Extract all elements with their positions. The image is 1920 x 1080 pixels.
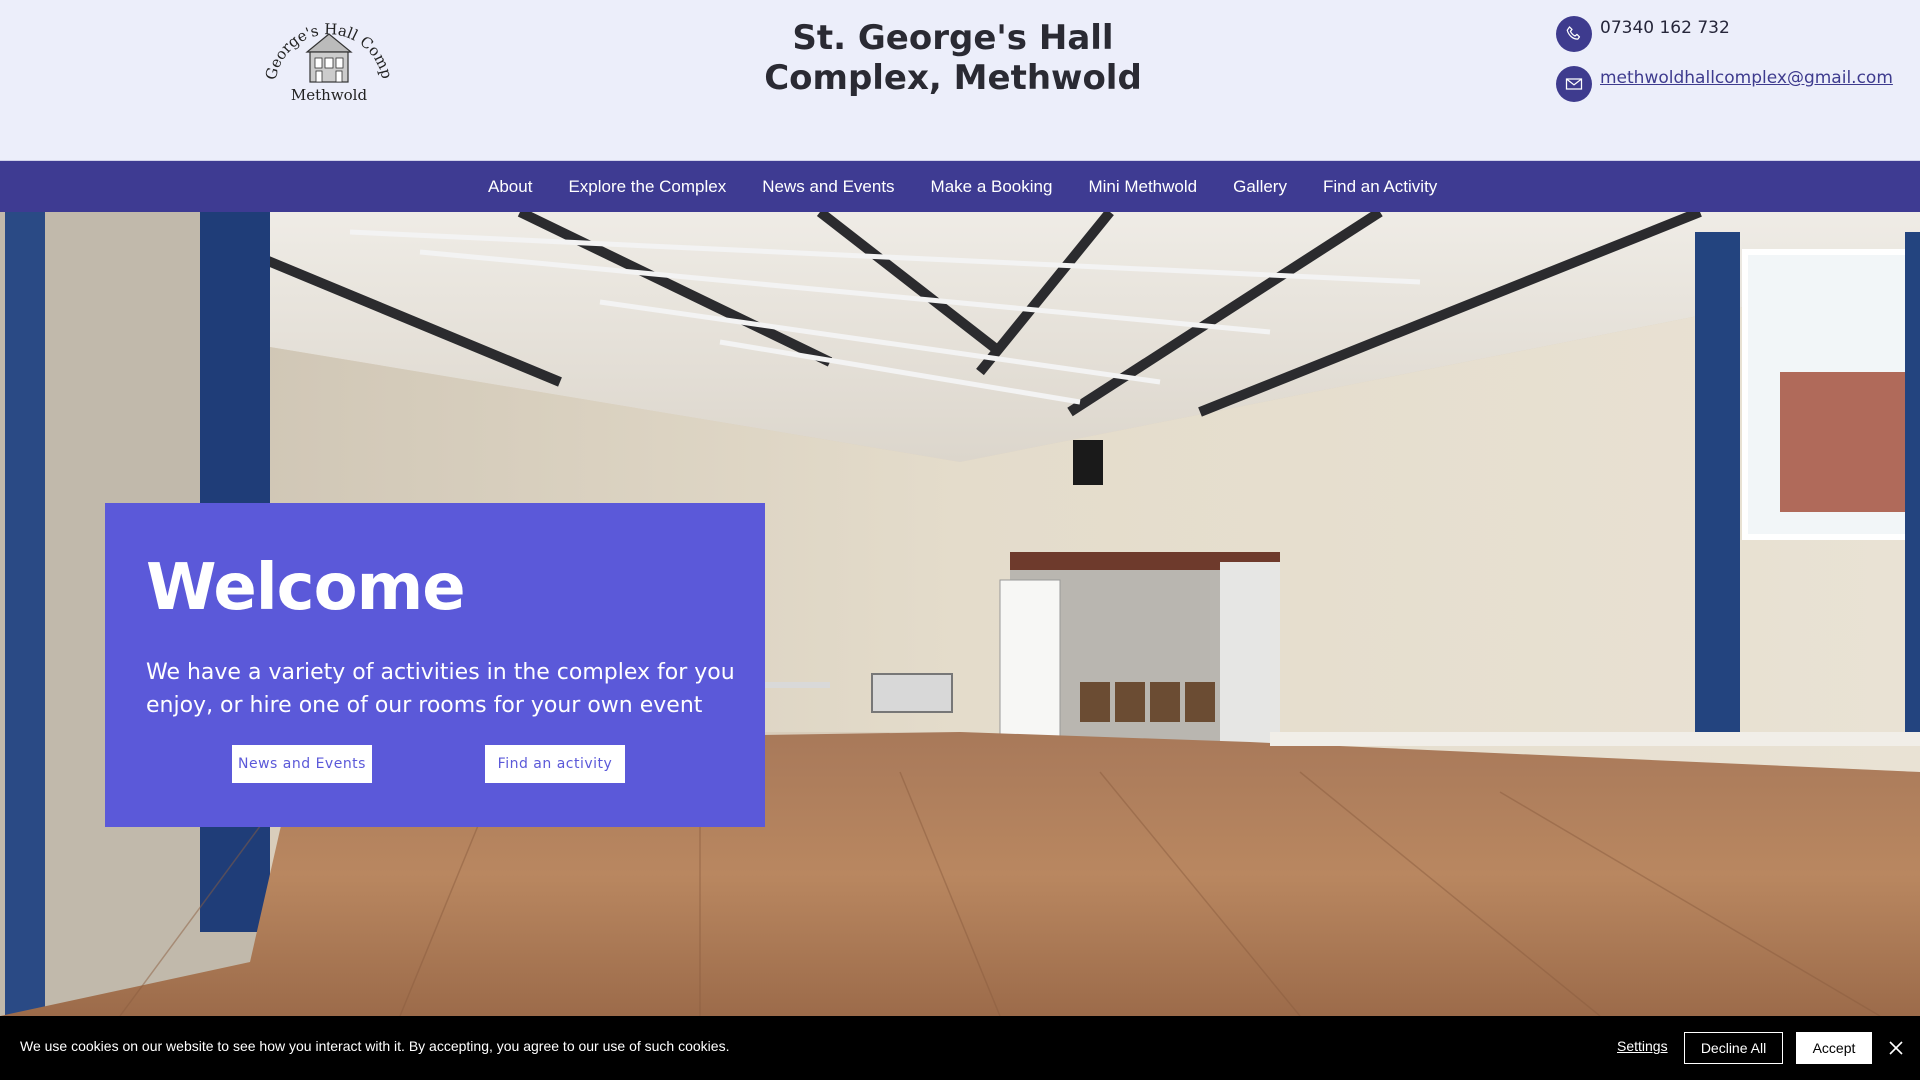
- envelope-icon: [1556, 66, 1592, 102]
- find-an-activity-button[interactable]: Find an activity: [485, 745, 625, 783]
- welcome-description: We have a variety of activities in the c…: [146, 660, 735, 718]
- close-icon[interactable]: [1886, 1038, 1906, 1058]
- nav-item-explore-the-complex[interactable]: Explore the Complex: [550, 177, 744, 197]
- email-contact[interactable]: methwoldhallcomplex@gmail.com: [1556, 66, 1893, 102]
- news-and-events-button[interactable]: News and Events: [232, 745, 372, 783]
- nav-item-about[interactable]: About: [470, 177, 550, 197]
- site-header: St George's Hall Complex Methwold St. Ge…: [0, 0, 1920, 160]
- site-logo[interactable]: St George's Hall Complex Methwold: [259, 0, 396, 108]
- logo-image: St George's Hall Complex Methwold: [259, 0, 396, 104]
- nav-list: About Explore the Complex News and Event…: [470, 161, 1455, 213]
- cookie-banner: We use cookies on our website to see how…: [0, 1016, 1920, 1080]
- welcome-panel: Welcome We have a variety of activities …: [105, 503, 765, 827]
- nav-item-mini-methwold[interactable]: Mini Methwold: [1070, 177, 1215, 197]
- phone-contact[interactable]: 07340 162 732: [1556, 16, 1730, 52]
- nav-item-make-a-booking[interactable]: Make a Booking: [913, 177, 1071, 197]
- nav-item-find-an-activity[interactable]: Find an Activity: [1305, 177, 1455, 197]
- cookie-settings-link[interactable]: Settings: [1617, 1038, 1668, 1054]
- phone-number: 07340 162 732: [1600, 18, 1730, 38]
- accept-button[interactable]: Accept: [1796, 1032, 1872, 1064]
- logo-bottom-text: Methwold: [291, 86, 368, 104]
- welcome-heading: Welcome: [146, 551, 466, 625]
- site-title: St. George's Hall Complex, Methwold: [764, 18, 1142, 98]
- decline-all-button[interactable]: Decline All: [1684, 1032, 1783, 1064]
- hero-section: Welcome We have a variety of activities …: [0, 212, 1920, 1016]
- nav-item-gallery[interactable]: Gallery: [1215, 177, 1305, 197]
- nav-item-news-and-events[interactable]: News and Events: [744, 177, 912, 197]
- cookie-message: We use cookies on our website to see how…: [20, 1038, 730, 1054]
- phone-icon: [1556, 16, 1592, 52]
- main-nav: About Explore the Complex News and Event…: [0, 160, 1920, 212]
- email-link[interactable]: methwoldhallcomplex@gmail.com: [1600, 68, 1893, 88]
